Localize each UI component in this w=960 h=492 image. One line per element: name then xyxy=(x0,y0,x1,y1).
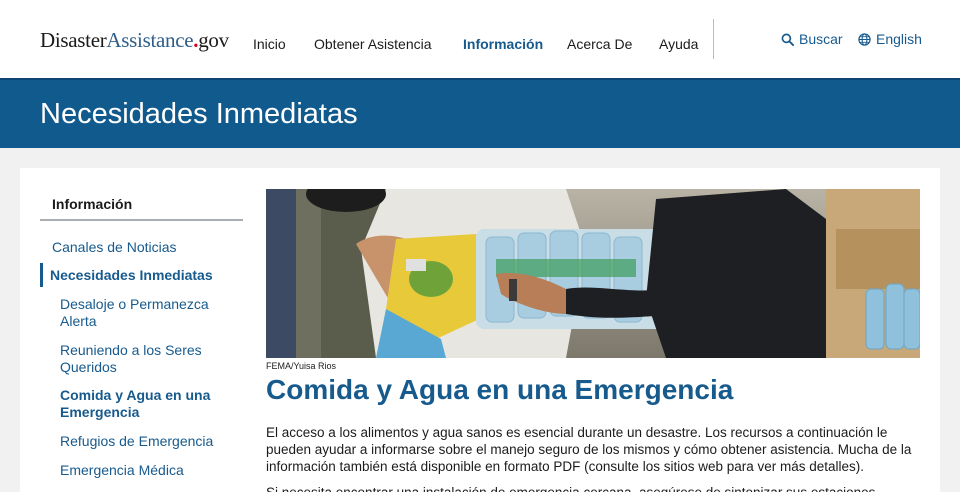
sidebar-heading: Información xyxy=(52,196,133,212)
nav-item-ayuda[interactable]: Ayuda xyxy=(659,36,698,52)
sidebar-item-canales-de-noticias[interactable]: Canales de Noticias xyxy=(52,239,177,256)
nav-divider xyxy=(713,19,714,59)
site-logo[interactable]: DisasterAssistance.gov xyxy=(40,28,229,53)
content-panel: Información Canales de Noticias Necesida… xyxy=(20,168,940,492)
sidebar-item-desaloje[interactable]: Desaloje o Permanezca Alerta xyxy=(60,296,220,330)
article-paragraph-2: Si necesita encontrar una instalación de… xyxy=(266,484,926,492)
hero-photo-illustration xyxy=(266,189,920,358)
sidebar-item-comida-y-agua[interactable]: Comida y Agua en una Emergencia xyxy=(60,387,220,421)
sidebar-divider xyxy=(40,219,243,221)
nav-item-informacion[interactable]: Información xyxy=(463,36,543,52)
nav-item-obtener-asistencia[interactable]: Obtener Asistencia xyxy=(314,36,432,52)
nav-item-inicio[interactable]: Inicio xyxy=(253,36,286,52)
logo-text-gov: gov xyxy=(198,28,229,52)
nav-item-acerca-de[interactable]: Acerca De xyxy=(567,36,632,52)
page-title: Necesidades Inmediatas xyxy=(40,98,358,130)
article-paragraph-1: El acceso a los alimentos y agua sanos e… xyxy=(266,425,912,474)
search-button[interactable]: Buscar xyxy=(781,31,843,47)
page-banner: Necesidades Inmediatas xyxy=(0,78,960,148)
sidebar-item-emergencia-medica[interactable]: Emergencia Médica xyxy=(60,462,220,479)
article-title: Comida y Agua en una Emergencia xyxy=(266,374,734,405)
sidebar-current-indicator xyxy=(40,263,43,287)
sidebar-item-reuniendo[interactable]: Reuniendo a los Seres Queridos xyxy=(60,342,220,376)
globe-icon xyxy=(858,32,871,46)
site-header: DisasterAssistance.gov Inicio Obtener As… xyxy=(0,0,960,78)
hero-photo xyxy=(266,189,920,358)
language-toggle[interactable]: English xyxy=(858,31,922,47)
logo-text-disaster: Disaster xyxy=(40,28,107,52)
search-label: Buscar xyxy=(799,31,843,47)
sidebar-item-necesidades-inmediatas[interactable]: Necesidades Inmediatas xyxy=(50,267,213,284)
language-label: English xyxy=(876,31,922,47)
search-icon xyxy=(781,33,794,46)
sidebar-item-refugios[interactable]: Refugios de Emergencia xyxy=(60,433,260,450)
photo-credit: FEMA/Yuisa Rios xyxy=(266,361,337,371)
logo-text-assistance: Assistance xyxy=(106,28,194,52)
